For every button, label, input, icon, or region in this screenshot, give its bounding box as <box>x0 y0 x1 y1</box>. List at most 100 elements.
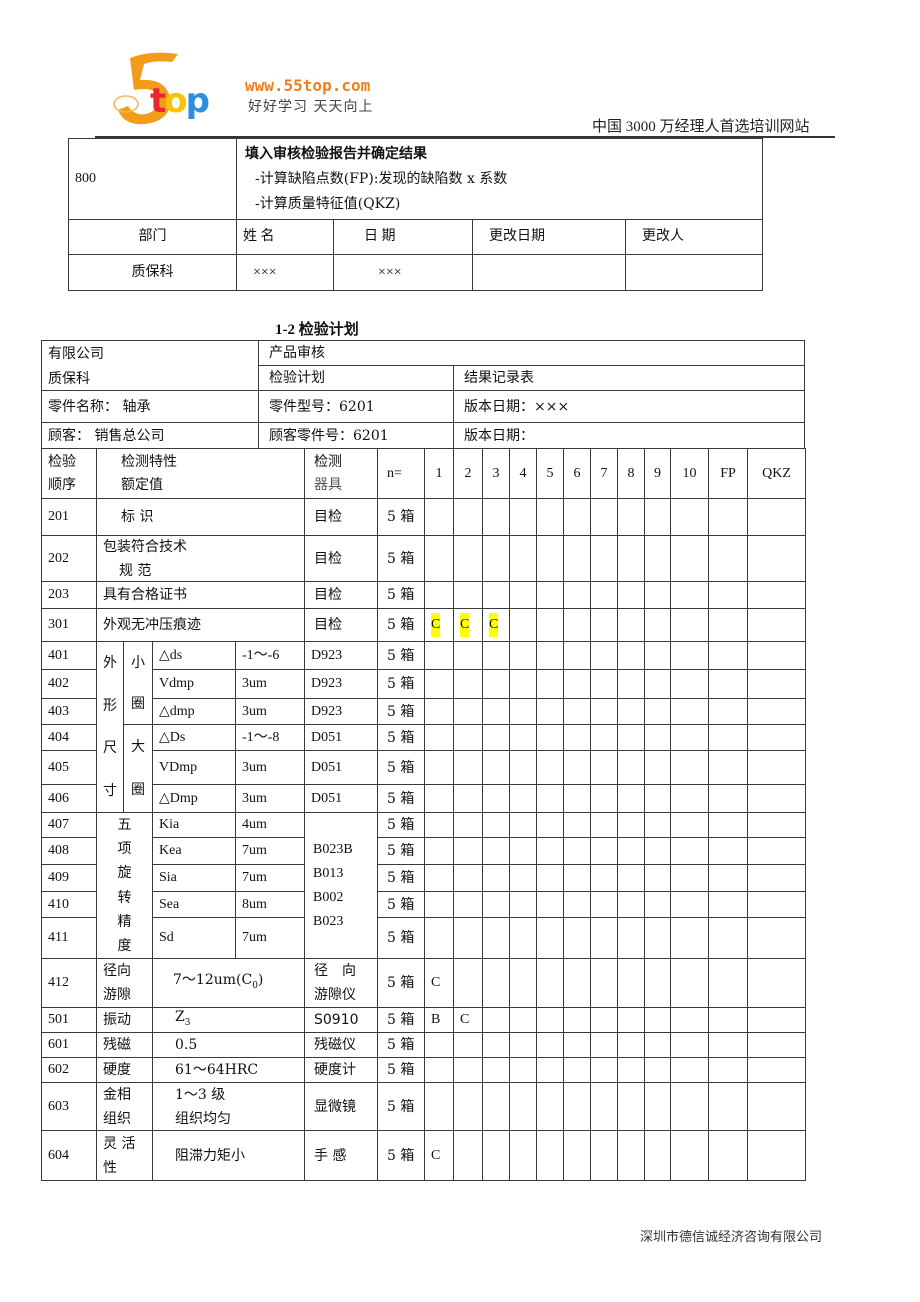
col-sample-2: 2 <box>453 448 483 499</box>
n-cell: 5 箱 <box>377 669 425 699</box>
result-cell <box>670 958 709 1008</box>
result-cell <box>424 837 454 865</box>
result-cell <box>708 1130 748 1181</box>
result-cell <box>617 1057 645 1083</box>
result-cell <box>617 1007 645 1033</box>
result-cell <box>590 641 618 670</box>
row-name: ××× <box>236 254 334 291</box>
result-cell <box>453 1130 483 1181</box>
col-n: n= <box>377 448 425 499</box>
result-cell <box>482 837 510 865</box>
spec-cell: 4um <box>235 812 305 838</box>
result-cell <box>670 750 709 785</box>
result-cell <box>453 812 483 838</box>
col-sample-10: 10 <box>670 448 709 499</box>
result-cell <box>482 917 510 959</box>
result-cell <box>453 917 483 959</box>
result-cell <box>590 750 618 785</box>
result-cell <box>563 498 591 536</box>
result-cell <box>453 784 483 813</box>
param-cell: Sea <box>152 891 236 918</box>
spec-cell: 7um <box>235 837 305 865</box>
result-cell <box>644 784 671 813</box>
result-cell <box>590 1082 618 1131</box>
result-cell <box>424 891 454 918</box>
result-cell <box>617 812 645 838</box>
spec-cell: 1～3 级组织均匀 <box>152 1082 305 1131</box>
result-cell <box>563 837 591 865</box>
result-cell <box>708 535 748 582</box>
instrument-cell: D051 <box>304 750 378 785</box>
result-cell: C <box>482 608 510 642</box>
result-cell <box>453 837 483 865</box>
col-sample-6: 6 <box>563 448 591 499</box>
result-cell <box>482 641 510 670</box>
result-cell <box>453 1082 483 1131</box>
result-cell <box>482 1130 510 1181</box>
result-cell <box>644 641 671 670</box>
result-cell: C <box>424 1130 454 1181</box>
result-cell <box>617 891 645 918</box>
group-outer-dimension: 外形尺寸 <box>96 641 124 813</box>
result-cell <box>747 864 806 892</box>
result-cell <box>482 1057 510 1083</box>
result-cell <box>590 837 618 865</box>
instrument-cell: 手 感 <box>304 1130 378 1181</box>
instrument-cell: D051 <box>304 784 378 813</box>
result-cell <box>536 1057 564 1083</box>
step-code: 800 <box>68 138 237 220</box>
result-cell <box>536 891 564 918</box>
result-cell <box>747 698 806 725</box>
result-cell <box>509 498 537 536</box>
instrument-cell: 目检 <box>304 535 378 582</box>
group-rotation-accuracy: 五项旋转精度 <box>96 812 153 959</box>
header-name: 姓 名 <box>236 219 334 255</box>
result-cell <box>536 812 564 838</box>
inspection-plan: 检验计划 <box>258 365 454 391</box>
result-cell <box>509 750 537 785</box>
step-line: -计算质量特征值(QKZ) <box>255 195 401 212</box>
result-cell <box>453 698 483 725</box>
result-cell <box>670 812 709 838</box>
instrument-cell: 目检 <box>304 581 378 609</box>
result-cell <box>617 669 645 699</box>
n-cell: 5 箱 <box>377 1057 425 1083</box>
result-cell <box>509 581 537 609</box>
result-cell <box>482 750 510 785</box>
name-cell: 残磁 <box>96 1032 153 1058</box>
spec-cell: -1～-6 <box>235 641 305 670</box>
result-cell: C <box>453 608 483 642</box>
result-cell <box>563 1032 591 1058</box>
seq-cell: 410 <box>41 891 97 918</box>
result-cell <box>670 864 709 892</box>
result-cell <box>563 891 591 918</box>
result-cell <box>708 608 748 642</box>
result-cell <box>747 750 806 785</box>
product-audit: 产品审核 <box>258 340 805 366</box>
result-cell <box>563 917 591 959</box>
result-cell <box>670 724 709 751</box>
result-cell <box>747 535 806 582</box>
param-cell: △dmp <box>152 698 236 725</box>
result-cell: B <box>424 1007 454 1033</box>
subgroup-small-ring: 小圈 <box>123 641 153 725</box>
result-value: C <box>431 613 441 637</box>
result-cell <box>670 498 709 536</box>
result-cell <box>617 608 645 642</box>
instrument-rotation: B023B B013 B002 B023 <box>304 812 378 959</box>
result-cell <box>670 1057 709 1083</box>
seq-cell: 301 <box>41 608 97 642</box>
result-cell <box>590 891 618 918</box>
name-cell: 振动 <box>96 1007 153 1033</box>
result-cell <box>509 864 537 892</box>
characteristic-cell: 具有合格证书 <box>96 581 305 609</box>
seq-cell: 201 <box>41 498 97 536</box>
n-cell: 5 箱 <box>377 581 425 609</box>
result-cell <box>708 750 748 785</box>
result-cell <box>644 581 671 609</box>
seq-cell: 401 <box>41 641 97 670</box>
result-cell <box>644 535 671 582</box>
result-cell <box>747 1130 806 1181</box>
result-cell <box>453 750 483 785</box>
result-cell <box>424 698 454 725</box>
